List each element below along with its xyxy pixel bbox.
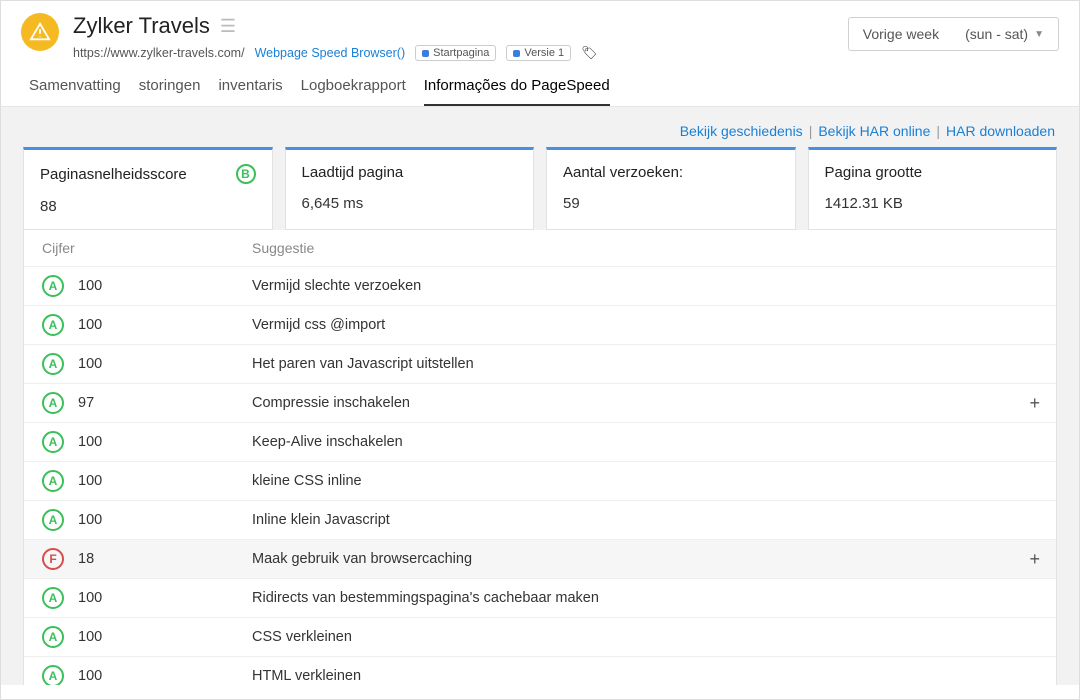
link-har-online[interactable]: Bekijk HAR online [818,123,930,139]
site-logo [21,13,59,51]
page-body: Bekijk geschiedenis | Bekijk HAR online … [1,107,1079,685]
suggestion-text: Compressie inschakelen [252,395,1038,411]
suggestion-text: Inline klein Javascript [252,512,1038,528]
table-header: Cijfer Suggestie [24,230,1056,266]
page-title: Zylker Travels [73,13,210,39]
tab-pagespeed[interactable]: Informações do PageSpeed [424,77,610,106]
grade-cell: A 100 [42,587,252,609]
table-row[interactable]: A 100 HTML verkleinen [24,656,1056,685]
expand-icon[interactable]: + [1029,393,1040,414]
metric-pagesize: Pagina grootte 1412.31 KB [808,147,1058,230]
grade-cell: A 97 [42,392,252,414]
grade-score: 100 [78,278,102,294]
table-row[interactable]: A 100 kleine CSS inline [24,461,1056,500]
grade-score: 100 [78,668,102,684]
table-row[interactable]: A 100 Inline klein Javascript [24,500,1056,539]
grade-icon: A [42,275,64,297]
link-history[interactable]: Bekijk geschiedenis [680,123,803,139]
suggestions-table: Cijfer Suggestie A 100 Vermijd slechte ver… [23,230,1057,685]
tab-inventaris[interactable]: inventaris [218,77,282,106]
grade-icon: A [42,392,64,414]
suggestion-text: CSS verkleinen [252,629,1038,645]
chip-versie[interactable]: Versie 1 [506,45,571,61]
expand-icon[interactable]: + [1029,549,1040,570]
table-row[interactable]: A 100 Vermijd slechte verzoeken [24,266,1056,305]
grade-score: 100 [78,473,102,489]
suggestion-text: Het paren van Javascript uitstellen [252,356,1038,372]
grade-icon: A [42,470,64,492]
date-range-picker[interactable]: Vorige week (sun - sat) ▼ [848,17,1059,51]
grade-cell: A 100 [42,470,252,492]
suggestion-text: Vermijd slechte verzoeken [252,278,1038,294]
tab-logboek[interactable]: Logboekrapport [301,77,406,106]
suggestion-text: Keep-Alive inschakelen [252,434,1038,450]
speed-browser-link[interactable]: Webpage Speed Browser() [255,46,406,60]
grade-icon: A [42,587,64,609]
grade-score: 100 [78,629,102,645]
grade-cell: A 100 [42,665,252,685]
table-row[interactable]: A 100 Het paren van Javascript uitstellen [24,344,1056,383]
page-header: Zylker Travels ☰ https://www.zylker-trav… [1,1,1079,61]
grade-score: 97 [78,395,94,411]
grade-cell: A 100 [42,509,252,531]
range-label: Vorige week [863,26,939,42]
grade-icon: A [42,626,64,648]
metric-pagespeed: PaginasnelheidsscoreB 88 [23,147,273,230]
warning-icon [29,21,51,43]
menu-icon[interactable]: ☰ [220,17,236,35]
tabs: Samenvatting storingen inventaris Logboe… [1,61,1079,107]
grade-icon: F [42,548,64,570]
grade-score: 100 [78,512,102,528]
table-row[interactable]: A 100 Keep-Alive inschakelen [24,422,1056,461]
metric-cards: PaginasnelheidsscoreB 88 Laadtijd pagina… [23,147,1057,230]
grade-score: 100 [78,317,102,333]
grade-cell: A 100 [42,353,252,375]
table-row[interactable]: A 100 Vermijd css @import [24,305,1056,344]
metric-loadtime: Laadtijd pagina 6,645 ms [285,147,535,230]
grade-cell: A 100 [42,626,252,648]
grade-icon: A [42,314,64,336]
grade-score: 100 [78,356,102,372]
site-url: https://www.zylker-travels.com/ [73,46,245,60]
suggestion-text: kleine CSS inline [252,473,1038,489]
suggestion-text: Maak gebruik van browsercaching [252,551,1038,567]
grade-icon: A [42,353,64,375]
chevron-down-icon: ▼ [1034,29,1044,40]
suggestion-text: Ridirects van bestemmingspagina's cacheb… [252,590,1038,606]
chip-startpagina[interactable]: Startpagina [415,45,496,61]
table-row[interactable]: A 97 Compressie inschakelen+ [24,383,1056,422]
grade-cell: A 100 [42,275,252,297]
grade-cell: A 100 [42,431,252,453]
metric-requests: Aantal verzoeken: 59 [546,147,796,230]
range-days: (sun - sat) [965,26,1028,42]
grade-icon: A [42,431,64,453]
link-har-download[interactable]: HAR downloaden [946,123,1055,139]
header-suggestion: Suggestie [252,240,1038,256]
suggestion-text: HTML verkleinen [252,668,1038,684]
grade-badge: B [236,164,256,184]
tab-storingen[interactable]: storingen [139,77,201,106]
tab-samenvatting[interactable]: Samenvatting [29,77,121,106]
header-grade: Cijfer [42,240,252,256]
grade-icon: A [42,509,64,531]
title-block: Zylker Travels ☰ https://www.zylker-trav… [73,13,848,61]
grade-score: 100 [78,434,102,450]
table-row[interactable]: F 18 Maak gebruik van browsercaching+ [24,539,1056,578]
grade-cell: F 18 [42,548,252,570]
table-row[interactable]: A 100 Ridirects van bestemmingspagina's ca… [24,578,1056,617]
tag-icon[interactable]: 🏷 [581,45,598,61]
table-row[interactable]: A 100 CSS verkleinen [24,617,1056,656]
top-links: Bekijk geschiedenis | Bekijk HAR online … [23,117,1057,147]
grade-score: 18 [78,551,94,567]
grade-score: 100 [78,590,102,606]
suggestion-text: Vermijd css @import [252,317,1038,333]
grade-cell: A 100 [42,314,252,336]
grade-icon: A [42,665,64,685]
